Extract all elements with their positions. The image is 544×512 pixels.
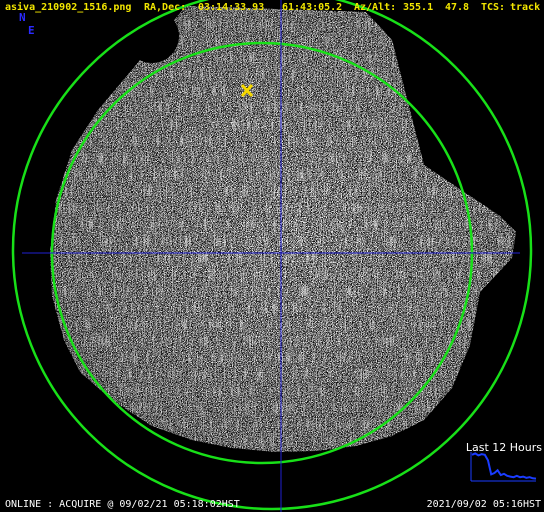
compass-east-label: E [28,24,35,37]
ra-value: 03:14:33.93 [198,2,265,13]
trend-chart [470,452,537,482]
acquire-status: ONLINE : ACQUIRE @ 09/02/21 05:18:02HST [5,499,240,510]
tcs-label: TCS: [481,2,506,13]
dec-value: 61:43:05.2 [282,2,343,13]
image-timestamp: 2021/09/02 05:16HST [426,499,541,510]
trend-line [471,452,537,480]
dome-obstruction [125,9,179,63]
azalt-label: Az/Alt: [354,2,397,13]
sky-image-view [11,0,537,512]
az-value: 355.1 [403,2,434,13]
field-of-view [50,6,516,452]
radec-label: RA,Dec: [144,2,187,13]
tcs-state: track [510,2,541,13]
allsky-viewer: asiva_210902_1516.png RA,Dec: 03:14:33.9… [0,0,544,512]
compass-north-label: N [19,11,26,24]
trend-title: Last 12 Hours [465,441,542,454]
alt-value: 47.8 [445,2,470,13]
